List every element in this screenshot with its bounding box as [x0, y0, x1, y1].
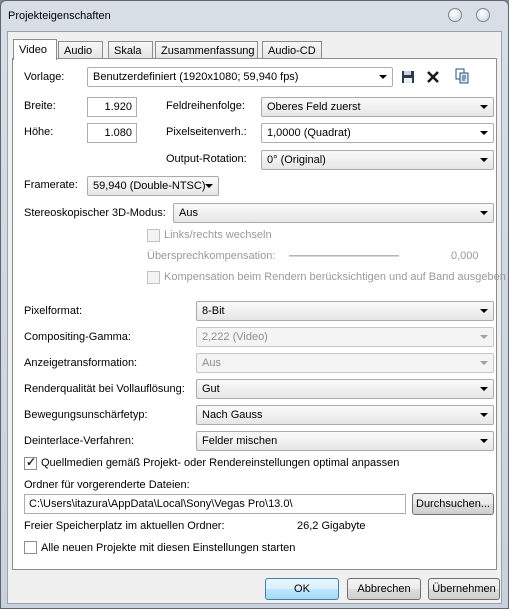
video-tab-panel: Vorlage: Benutzerdefiniert (1920x1080; 5… — [12, 58, 506, 570]
adapt-source-label: Quellmedien gemäß Projekt- oder Renderei… — [41, 457, 400, 469]
prerender-folder-field[interactable]: C:\Users\itazura\AppData\Local\Sony\Vega… — [24, 494, 406, 514]
apply-button[interactable]: Übernehmen — [428, 578, 500, 600]
crosstalk-value: 0,000 — [451, 250, 479, 262]
start-all-label: Alle neuen Projekte mit diesen Einstellu… — [41, 542, 296, 554]
dialog-client: Video Audio Skala Zusammenfassung Audio-… — [7, 31, 506, 604]
motion-blur-combo[interactable]: Nach Gauss — [196, 405, 494, 425]
cancel-button[interactable]: Abbrechen — [347, 578, 421, 600]
close-icon[interactable] — [476, 8, 490, 22]
deinterlace-label: Deinterlace-Verfahren: — [24, 435, 135, 447]
tab-skala[interactable]: Skala — [108, 41, 153, 59]
pixel-format-label: Pixelformat: — [24, 305, 83, 317]
framerate-value: 59,940 (Double-NTSC) — [93, 180, 206, 192]
minimize-icon[interactable] — [448, 8, 462, 22]
tab-zusammenfassung[interactable]: Zusammenfassung — [155, 41, 258, 59]
pixel-aspect-combo[interactable]: 1,0000 (Quadrat) — [261, 123, 494, 143]
output-rotation-label: Output-Rotation: — [166, 153, 247, 165]
tab-audio-cd[interactable]: Audio-CD — [262, 41, 322, 59]
stereo-label: Stereoskopischer 3D-Modus: — [24, 207, 166, 219]
ok-button[interactable]: OK — [265, 578, 339, 600]
swap-lr-label: Links/rechts wechseln — [164, 229, 272, 241]
compensation-label: Kompensation beim Rendern berücksichtige… — [164, 271, 506, 283]
delete-icon[interactable] — [425, 69, 441, 85]
prerender-folder-label: Ordner für vorgerenderte Dateien: — [24, 479, 190, 491]
template-value: Benutzerdefiniert (1920x1080; 59,940 fps… — [93, 71, 299, 83]
deinterlace-value: Felder mischen — [202, 435, 278, 447]
window-title: Projekteigenschaften — [8, 10, 111, 22]
separator — [19, 293, 490, 294]
adapt-source-checkbox[interactable]: ✓ — [24, 455, 37, 470]
compensation-checkbox[interactable] — [147, 271, 160, 284]
motion-blur-label: Bewegungsunschärfetyp: — [24, 409, 148, 421]
height-label: Höhe: — [24, 126, 54, 138]
framerate-combo[interactable]: 59,940 (Double-NTSC) — [87, 176, 219, 196]
crosstalk-label: Übersprechkompensation: — [147, 250, 276, 262]
pixel-aspect-value: 1,0000 (Quadrat) — [267, 127, 351, 139]
view-transform-combo[interactable]: Aus — [196, 353, 494, 373]
stereo-combo[interactable]: Aus — [173, 203, 494, 223]
deinterlace-combo[interactable]: Felder mischen — [196, 431, 494, 451]
view-transform-label: Anzeigetransformation: — [24, 357, 138, 369]
motion-blur-value: Nach Gauss — [202, 409, 263, 421]
field-order-value: Oberes Feld zuerst — [267, 101, 361, 113]
start-all-checkbox[interactable] — [24, 541, 37, 554]
properties-window: Projekteigenschaften Video Audio Skala Z… — [0, 0, 509, 609]
swap-lr-checkbox[interactable] — [147, 229, 160, 242]
framerate-label: Framerate: — [24, 179, 78, 191]
free-space-value: 26,2 Gigabyte — [297, 520, 366, 532]
compositing-gamma-value: 2,222 (Video) — [202, 331, 268, 343]
output-rotation-value: 0° (Original) — [267, 154, 326, 166]
tab-audio[interactable]: Audio — [58, 41, 103, 59]
stereo-value: Aus — [179, 207, 198, 219]
template-combo[interactable]: Benutzerdefiniert (1920x1080; 59,940 fps… — [87, 67, 393, 87]
copy-icon[interactable] — [454, 68, 470, 84]
width-field[interactable]: 1.920 — [87, 97, 137, 117]
view-transform-value: Aus — [202, 357, 221, 369]
render-quality-combo[interactable]: Gut — [196, 379, 494, 399]
render-quality-value: Gut — [202, 383, 220, 395]
render-quality-label: Renderqualität bei Vollauflösung: — [24, 383, 185, 395]
width-label: Breite: — [24, 100, 56, 112]
compositing-gamma-combo[interactable]: 2,222 (Video) — [196, 327, 494, 347]
crosstalk-slider[interactable] — [289, 255, 399, 257]
height-field[interactable]: 1.080 — [87, 123, 137, 143]
field-order-combo[interactable]: Oberes Feld zuerst — [261, 97, 494, 117]
compositing-gamma-label: Compositing-Gamma: — [24, 331, 131, 343]
pixel-format-value: 8-Bit — [202, 305, 225, 317]
tab-video[interactable]: Video — [13, 39, 57, 60]
pixel-aspect-label: Pixelseitenverh.: — [166, 126, 247, 138]
field-order-label: Feldreihenfolge: — [166, 100, 245, 112]
template-label: Vorlage: — [24, 71, 65, 83]
free-space-label: Freier Speicherplatz im aktuellen Ordner… — [24, 520, 225, 532]
save-icon[interactable] — [400, 69, 416, 85]
browse-button[interactable]: Durchsuchen... — [412, 493, 494, 515]
output-rotation-combo[interactable]: 0° (Original) — [261, 150, 494, 170]
pixel-format-combo[interactable]: 8-Bit — [196, 301, 494, 321]
title-bar: Projekteigenschaften — [1, 1, 508, 31]
